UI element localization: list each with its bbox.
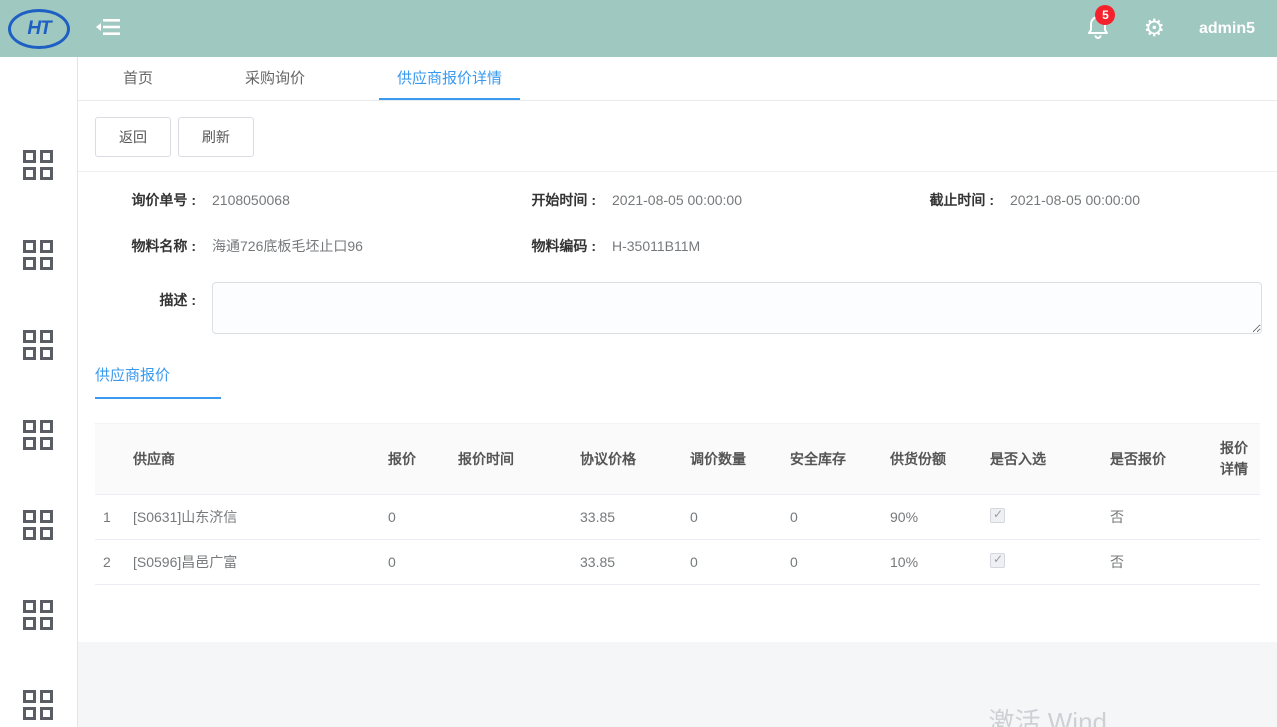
- agreement-price-cell: 33.85: [572, 540, 682, 585]
- refresh-button[interactable]: 刷新: [178, 117, 254, 157]
- selected-cell: [982, 540, 1102, 585]
- sidebar-module-icon[interactable]: [23, 600, 55, 630]
- toolbar: 返回 刷新: [78, 101, 1277, 172]
- breadcrumb-tabs: 首页 采购询价 供应商报价详情: [78, 57, 1277, 101]
- col-adjust-qty: 调价数量: [682, 424, 782, 495]
- sidebar-module-icon[interactable]: [23, 150, 55, 180]
- sidebar-module-icon[interactable]: [23, 510, 55, 540]
- inquiry-no-value: 2108050068: [212, 192, 290, 208]
- supplier-cell: [S0631]山东济信: [125, 495, 380, 540]
- material-code-value: H-35011B11M: [612, 238, 700, 254]
- agreement-price-cell: 33.85: [572, 495, 682, 540]
- start-time-label: 开始时间 :: [478, 190, 596, 210]
- quoted-cell: 否: [1102, 540, 1212, 585]
- sidebar-module-icon[interactable]: [23, 690, 55, 720]
- quote-detail-cell: [1212, 540, 1260, 585]
- col-supplier: 供应商: [125, 424, 380, 495]
- tab-supplier-quote-detail[interactable]: 供应商报价详情: [379, 57, 520, 100]
- supplier-quote-table: 供应商 报价 报价时间 协议价格 调价数量 安全库存 供货份额 是否入选 是否报…: [95, 423, 1260, 585]
- col-quote: 报价: [380, 424, 450, 495]
- inquiry-no-label: 询价单号 :: [78, 190, 196, 210]
- col-index: [95, 424, 125, 495]
- tab-supplier-quotes[interactable]: 供应商报价: [95, 354, 221, 399]
- material-code-label: 物料编码 :: [478, 236, 596, 256]
- supplier-quote-section-tabs: 供应商报价: [95, 354, 1277, 399]
- notification-badge: 5: [1095, 5, 1115, 25]
- quoted-cell: 否: [1102, 495, 1212, 540]
- activate-windows-watermark: 激活 Wind: [989, 702, 1107, 727]
- app-header: HT 5 ⚙ admin5: [0, 0, 1277, 57]
- material-name-label: 物料名称 :: [78, 236, 196, 256]
- back-button[interactable]: 返回: [95, 117, 171, 157]
- quote-time-cell: [450, 540, 572, 585]
- supply-share-cell: 10%: [882, 540, 982, 585]
- table-header-row: 供应商 报价 报价时间 协议价格 调价数量 安全库存 供货份额 是否入选 是否报…: [95, 424, 1260, 495]
- material-name-value: 海通726底板毛坯止口96: [212, 236, 363, 256]
- quote-detail-cell: [1212, 495, 1260, 540]
- col-quote-detail: 报价详情: [1212, 424, 1260, 495]
- username-label[interactable]: admin5: [1199, 20, 1255, 38]
- supplier-cell: [S0596]昌邑广富: [125, 540, 380, 585]
- checkbox-checked-icon[interactable]: [990, 508, 1005, 523]
- safety-stock-cell: 0: [782, 495, 882, 540]
- table-row: 1 [S0631]山东济信 0 33.85 0 0 90% 否: [95, 495, 1260, 540]
- col-quoted: 是否报价: [1102, 424, 1212, 495]
- description-textarea[interactable]: [212, 282, 1262, 334]
- sidebar-module-icon[interactable]: [23, 420, 55, 450]
- footer-background: 激活 Wind: [78, 642, 1277, 727]
- tab-home[interactable]: 首页: [105, 57, 171, 100]
- logo-ellipse-icon: HT: [8, 9, 70, 49]
- col-selected: 是否入选: [982, 424, 1102, 495]
- app-logo: HT: [0, 9, 78, 49]
- row-index: 1: [95, 495, 125, 540]
- quote-cell: 0: [380, 495, 450, 540]
- supply-share-cell: 90%: [882, 495, 982, 540]
- selected-cell: [982, 495, 1102, 540]
- start-time-value: 2021-08-05 00:00:00: [612, 192, 742, 208]
- settings-gear-icon[interactable]: ⚙: [1143, 17, 1165, 41]
- col-safety-stock: 安全库存: [782, 424, 882, 495]
- tab-purchase-inquiry[interactable]: 采购询价: [227, 57, 323, 100]
- quote-time-cell: [450, 495, 572, 540]
- sidebar: [0, 57, 78, 727]
- sidebar-module-icon[interactable]: [23, 330, 55, 360]
- checkbox-checked-icon[interactable]: [990, 553, 1005, 568]
- inquiry-form: 询价单号 : 2108050068 开始时间 : 2021-08-05 00:0…: [78, 172, 1277, 334]
- col-agreement-price: 协议价格: [572, 424, 682, 495]
- end-time-value: 2021-08-05 00:00:00: [1010, 192, 1140, 208]
- adjust-qty-cell: 0: [682, 495, 782, 540]
- description-label: 描述 :: [78, 282, 196, 334]
- quote-cell: 0: [380, 540, 450, 585]
- row-index: 2: [95, 540, 125, 585]
- logo-text: HT: [27, 18, 50, 40]
- table-row: 2 [S0596]昌邑广富 0 33.85 0 0 10% 否: [95, 540, 1260, 585]
- adjust-qty-cell: 0: [682, 540, 782, 585]
- col-supply-share: 供货份额: [882, 424, 982, 495]
- notification-bell-icon[interactable]: 5: [1087, 15, 1109, 42]
- main-content: 首页 采购询价 供应商报价详情 返回 刷新 询价单号 : 2108050068 …: [78, 57, 1277, 727]
- col-quote-time: 报价时间: [450, 424, 572, 495]
- sidebar-module-icon[interactable]: [23, 240, 55, 270]
- menu-fold-icon[interactable]: [96, 15, 122, 42]
- safety-stock-cell: 0: [782, 540, 882, 585]
- end-time-label: 截止时间 :: [876, 190, 994, 210]
